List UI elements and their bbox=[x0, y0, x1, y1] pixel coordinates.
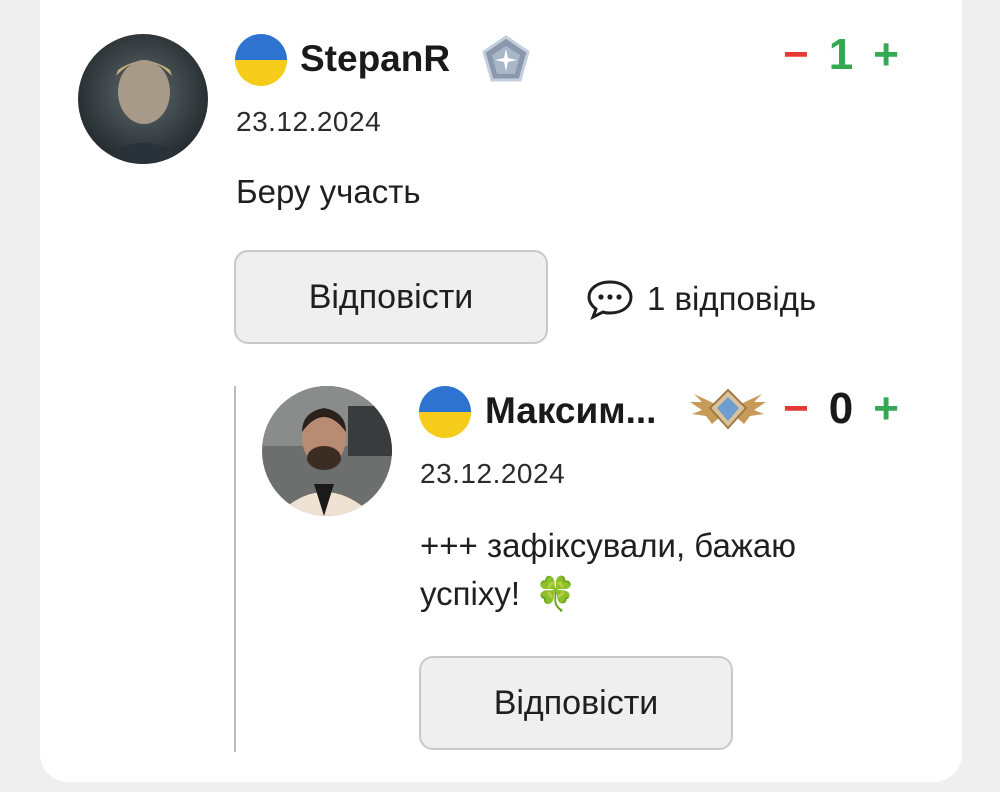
comment-date: 23.12.2024 bbox=[236, 106, 382, 137]
reply-button[interactable]: Відповісти bbox=[234, 250, 548, 344]
reply-username[interactable]: Максим... bbox=[485, 390, 656, 432]
reply-date: 23.12.2024 bbox=[420, 458, 566, 489]
winged-rank-badge-icon bbox=[688, 384, 768, 441]
reply-text-line2-label: успіху! bbox=[420, 575, 520, 612]
vote-count: 0 bbox=[828, 384, 854, 433]
replies-count-link[interactable]: 1 відповідь bbox=[585, 278, 817, 321]
replies-count-label: 1 відповідь bbox=[647, 280, 817, 317]
speech-bubble-icon bbox=[585, 278, 635, 321]
star-rank-badge-icon bbox=[480, 34, 532, 91]
avatar-stepanr[interactable] bbox=[78, 34, 208, 164]
upvote-button[interactable]: + bbox=[873, 30, 899, 80]
ukraine-flag-icon bbox=[235, 34, 287, 86]
downvote-button[interactable]: − bbox=[783, 30, 809, 80]
reply-text-line2: успіху! 🍀 bbox=[420, 570, 796, 618]
comment-vote-control: − 1 + bbox=[783, 30, 899, 80]
reply-vote-control: − 0 + bbox=[783, 384, 899, 434]
comment-username[interactable]: StepanR bbox=[300, 38, 450, 80]
comment-text: Беру участь bbox=[236, 173, 421, 210]
four-leaf-clover-icon: 🍀 bbox=[535, 575, 577, 612]
reply-text: +++ зафіксували, бажаю успіху! 🍀 bbox=[420, 522, 796, 618]
reply-text-line1: +++ зафіксували, бажаю bbox=[420, 527, 796, 564]
avatar-maksym[interactable] bbox=[262, 386, 392, 516]
thread-line bbox=[234, 386, 236, 752]
vote-count: 1 bbox=[828, 30, 854, 79]
downvote-button[interactable]: − bbox=[783, 384, 809, 434]
upvote-button[interactable]: + bbox=[873, 384, 899, 434]
reply-button[interactable]: Відповісти bbox=[419, 656, 733, 750]
ukraine-flag-icon bbox=[419, 386, 471, 438]
